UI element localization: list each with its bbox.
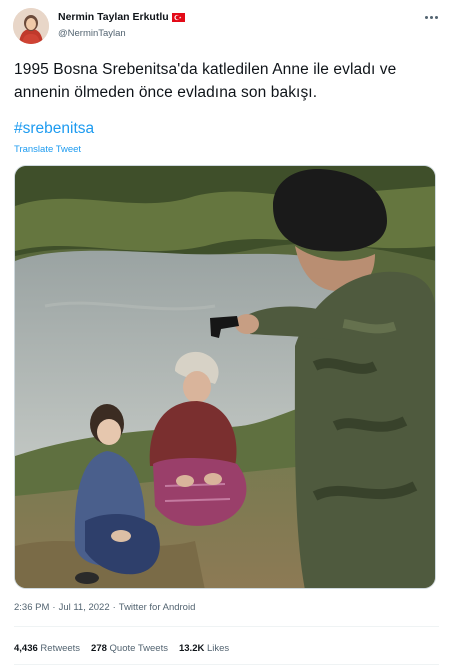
- more-options-icon[interactable]: [421, 9, 441, 25]
- retweets-count: 4,436: [14, 643, 38, 654]
- tweet-photo[interactable]: [14, 165, 436, 589]
- turkey-flag-icon: [171, 12, 185, 22]
- retweets-stat[interactable]: 4,436 Retweets: [14, 643, 80, 654]
- likes-count: 13.2K: [178, 643, 205, 654]
- likes-stat[interactable]: 13.2K Likes: [179, 643, 229, 654]
- tweet-text-line: annenin ölmeden önce evladına son bakışı…: [14, 84, 318, 101]
- tweet-text: 1995 Bosna Srebenitsa'da katledilen Anne…: [14, 58, 439, 104]
- translate-tweet-link[interactable]: Translate Tweet: [14, 144, 81, 155]
- avatar[interactable]: [13, 8, 49, 44]
- retweets-label: Retweets: [40, 643, 81, 654]
- hashtag-link[interactable]: #srebenitsa: [14, 120, 94, 138]
- meta-separator: ·: [112, 602, 116, 613]
- author-name[interactable]: Nermin Taylan Erkutlu: [58, 11, 169, 23]
- tweet-text-line: 1995 Bosna Srebenitsa'da katledilen Anne…: [14, 61, 397, 78]
- quote-tweets-count: 278: [91, 643, 107, 654]
- tweet-date[interactable]: Jul 11, 2022: [59, 602, 110, 613]
- tweet-stats: 4,436 Retweets 278 Quote Tweets 13.2K Li…: [14, 643, 229, 654]
- quote-tweets-stat[interactable]: 278 Quote Tweets: [91, 643, 168, 654]
- divider: [14, 626, 439, 627]
- author-row: Nermin Taylan Erkutlu: [58, 11, 185, 23]
- tweet-source[interactable]: Twitter for Android: [119, 602, 196, 613]
- tweet: Nermin Taylan Erkutlu @NerminTaylan 1995…: [0, 0, 452, 667]
- tweet-time[interactable]: 2:36 PM: [14, 602, 49, 613]
- tweet-meta: 2:36 PM · Jul 11, 2022 · Twitter for And…: [14, 602, 195, 613]
- likes-label: Likes: [206, 643, 230, 654]
- author-handle[interactable]: @NerminTaylan: [58, 28, 126, 39]
- divider: [14, 664, 439, 665]
- meta-separator: ·: [52, 602, 56, 613]
- quote-tweets-label: Quote Tweets: [109, 643, 168, 654]
